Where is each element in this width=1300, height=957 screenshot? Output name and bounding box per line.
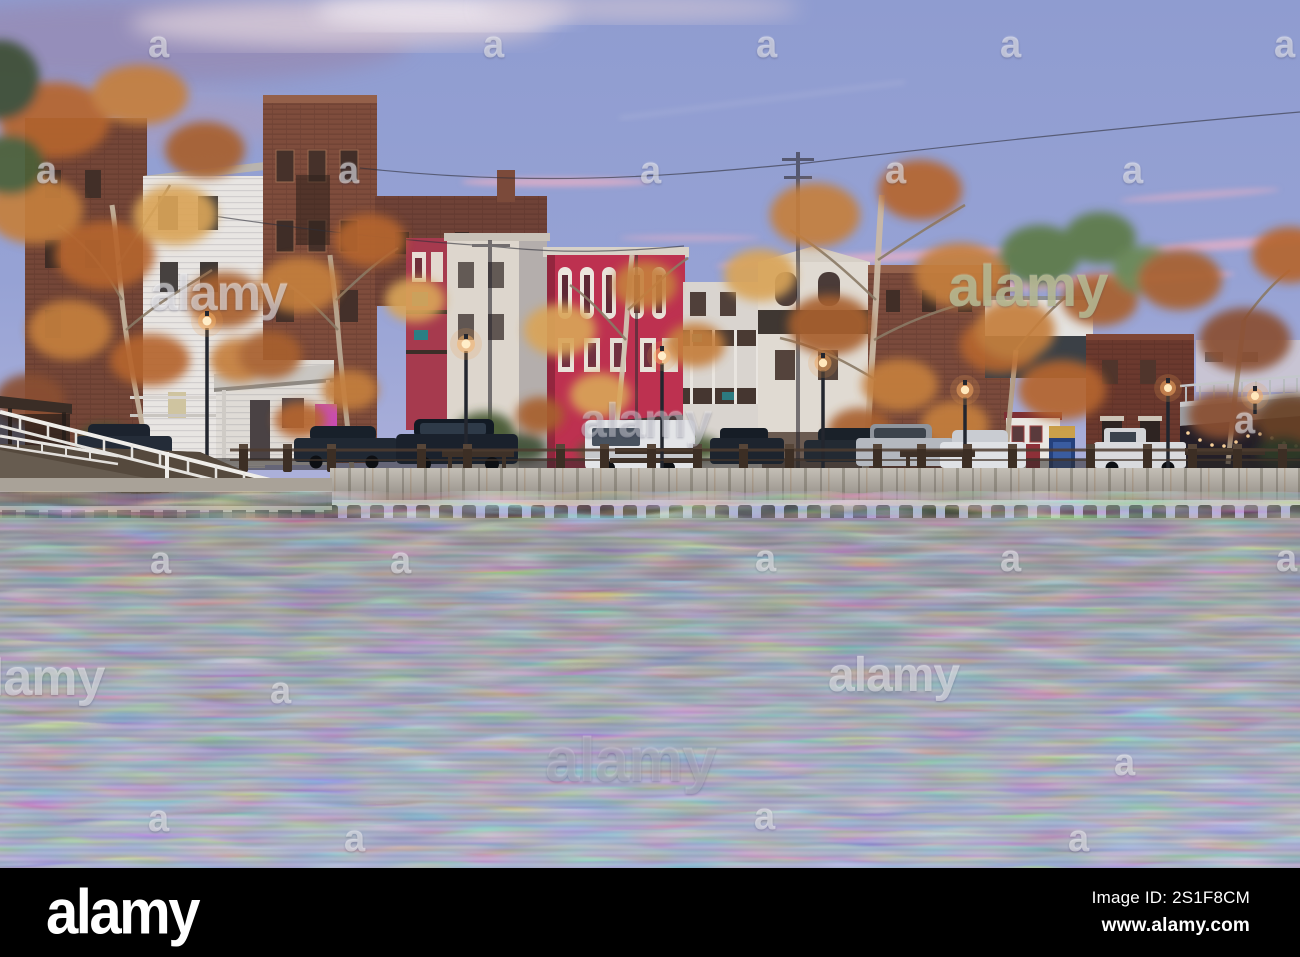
website-label: www.alamy.com xyxy=(1101,915,1250,936)
alamy-logo: alamy xyxy=(46,876,200,948)
waterfront-dusk-photo xyxy=(0,0,1300,868)
image-id-label: Image ID: 2S1F8CM xyxy=(1091,888,1250,907)
stock-photo-page: alamy alamy alamy alamy alamy alamy a a … xyxy=(0,0,1300,957)
alamy-footer-bar: alamy Image ID: 2S1F8CM www.alamy.com xyxy=(0,868,1300,957)
river-water xyxy=(0,518,1300,868)
